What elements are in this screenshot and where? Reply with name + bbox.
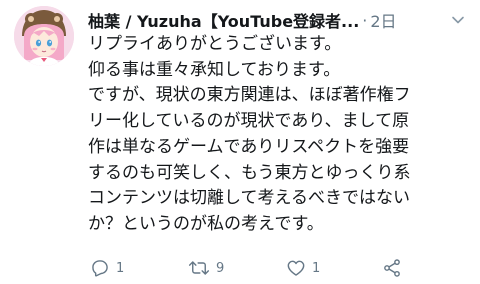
chevron-down-icon[interactable] — [448, 10, 468, 30]
header-separator: · — [362, 10, 368, 30]
tweet-text: リプライありがとうございます。 仰る事は重々承知しております。 ですが、現状の東… — [88, 32, 472, 238]
reply-icon — [92, 260, 108, 277]
tweet-header: 柚葉 / Yuzuha【YouTube登録者... · 2日 — [88, 8, 468, 32]
retweet-button[interactable]: 9 — [188, 256, 224, 280]
like-count: 1 — [312, 260, 321, 276]
share-icon — [384, 259, 400, 277]
share-button[interactable] — [382, 256, 402, 280]
timestamp[interactable]: 2日 — [370, 8, 396, 32]
like-button[interactable]: 1 — [286, 256, 320, 280]
tweet-text-line: リー化しているのが現状であり、まして原 — [88, 111, 410, 132]
reply-count: 1 — [116, 260, 125, 276]
tweet-actions: 1 9 1 — [88, 256, 448, 280]
tweet-text-line: リプライありがとうございます。 — [88, 34, 342, 54]
retweet-count: 9 — [216, 260, 225, 276]
reply-button[interactable]: 1 — [90, 256, 124, 280]
heart-icon — [287, 260, 305, 276]
author-name[interactable]: 柚葉 / Yuzuha【YouTube登録者... — [88, 8, 359, 32]
tweet-text-line: ですが、現状の東方関連は、ほぼ著作権フ — [88, 85, 411, 106]
retweet-icon — [188, 261, 210, 275]
user-avatar-illustration — [14, 6, 74, 66]
tweet-text-line: コンテンツは切離して考えるべきではない — [88, 188, 410, 209]
avatar[interactable] — [14, 6, 74, 66]
tweet-text-line: 作は単なるゲームでありリスペクトを強要 — [88, 136, 410, 157]
tweet-text-line: か？というのが私の考えです。 — [88, 213, 324, 234]
tweet-text-line: するのも可笑しく、もう東方とゆっくり系 — [88, 162, 411, 183]
tweet: 柚葉 / Yuzuha【YouTube登録者... · 2日 リプライありがとう… — [0, 0, 480, 284]
tweet-text-line: 仰る事は重々承知しております。 — [88, 59, 341, 80]
